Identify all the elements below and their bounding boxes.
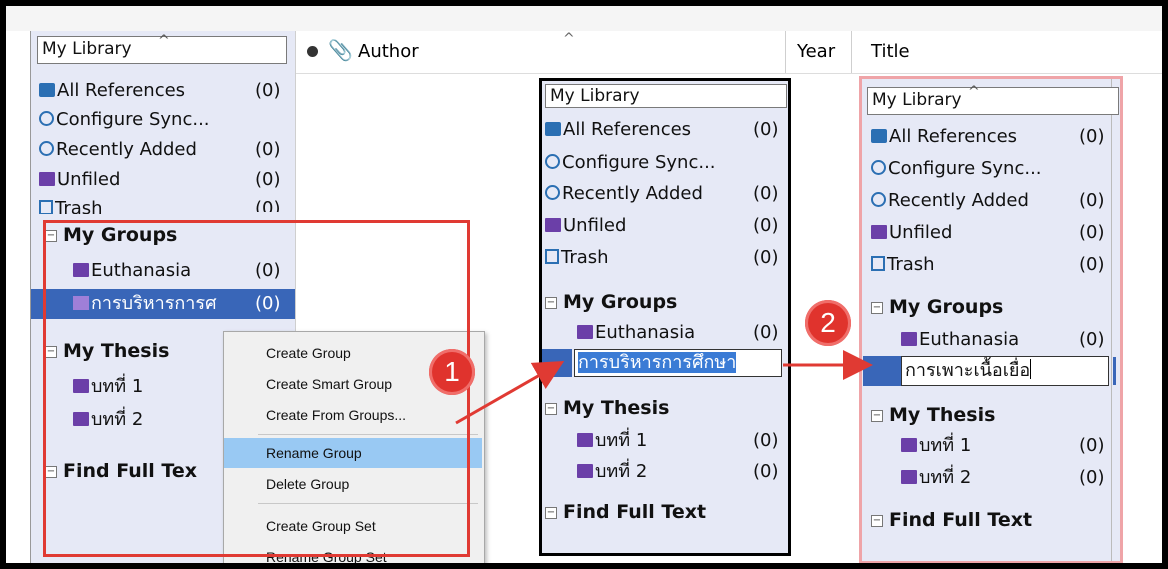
screenshot-frame: 📎 Author ^ Year Title My Library ^ All R… (0, 0, 1168, 569)
annotation-arrows (455, 350, 873, 425)
step-badge-1: 1 (429, 349, 475, 395)
endnote-window: 📎 Author ^ Year Title My Library ^ All R… (30, 31, 1162, 563)
step-badge-2: 2 (805, 300, 851, 346)
top-band (6, 6, 1162, 31)
